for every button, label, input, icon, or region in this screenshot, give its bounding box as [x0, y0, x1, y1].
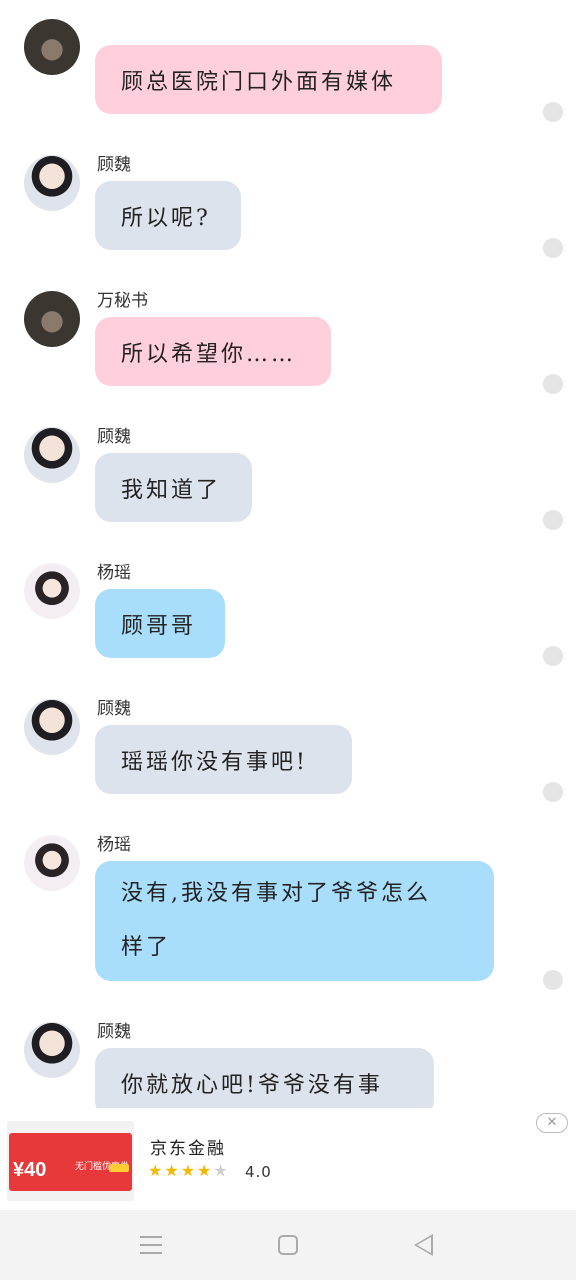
avatar[interactable] — [24, 19, 80, 75]
sender-name: 顾魏 — [97, 427, 131, 447]
read-status-dot — [543, 102, 563, 122]
avatar[interactable] — [24, 427, 80, 483]
avatar[interactable] — [24, 155, 80, 211]
ad-banner[interactable]: ¥40 无门槛优惠券 京东金融 ★★★★★ 4.0 ✕ — [0, 1108, 576, 1210]
chat-list[interactable]: 顾总医院门口外面有媒体 顾魏 所以呢? 万秘书 所以希望你…… 顾魏 我知道了 … — [0, 0, 576, 1108]
message-bubble[interactable]: 顾总医院门口外面有媒体 — [95, 45, 442, 114]
read-status-dot — [543, 782, 563, 802]
back-icon[interactable] — [414, 1234, 433, 1256]
star-icon: ★ — [180, 1161, 198, 1180]
sender-name: 杨瑶 — [97, 835, 131, 855]
ad-image[interactable]: ¥40 无门槛优惠券 — [7, 1121, 134, 1201]
sender-name: 杨瑶 — [97, 563, 131, 583]
message-bubble[interactable]: 瑶瑶你没有事吧! — [95, 725, 352, 794]
avatar[interactable] — [24, 563, 80, 619]
read-status-dot — [543, 238, 563, 258]
rating-stars: ★★★★★ — [148, 1161, 230, 1180]
sender-name: 顾魏 — [97, 155, 131, 175]
avatar[interactable] — [24, 699, 80, 755]
message-bubble[interactable]: 我知道了 — [95, 453, 252, 522]
close-icon[interactable]: ✕ — [536, 1113, 568, 1133]
read-status-dot — [543, 646, 563, 666]
ad-title[interactable]: 京东金融 — [150, 1134, 226, 1159]
system-nav-bar — [0, 1210, 576, 1280]
star-icon: ★ — [148, 1161, 165, 1180]
coupon-card: ¥40 无门槛优惠券 — [9, 1133, 132, 1191]
message-bubble[interactable]: 所以希望你…… — [95, 317, 331, 386]
avatar[interactable] — [24, 1022, 80, 1078]
message-bubble[interactable]: 你就放心吧!爷爷没有事 — [95, 1048, 434, 1108]
rating-value: 4.0 — [245, 1163, 272, 1181]
avatar[interactable] — [24, 835, 80, 891]
read-status-dot — [543, 374, 563, 394]
avatar[interactable] — [24, 291, 80, 347]
message-text-line: 样了 — [121, 935, 172, 960]
read-status-dot — [543, 970, 563, 990]
coupon-badge — [109, 1164, 129, 1172]
read-status-dot — [543, 510, 563, 530]
message-text-line: 没有,我没有事对了爷爷怎么 — [121, 881, 431, 906]
message-bubble[interactable]: 所以呢? — [95, 181, 241, 250]
sender-name: 万秘书 — [97, 291, 148, 311]
home-icon[interactable] — [278, 1235, 298, 1255]
sender-name: 顾魏 — [97, 1022, 131, 1042]
sender-name: 顾魏 — [97, 699, 131, 719]
coupon-price: ¥40 — [13, 1159, 47, 1181]
message-bubble[interactable]: 没有,我没有事对了爷爷怎么 样了 — [95, 861, 494, 981]
star-icon: ★ — [164, 1161, 181, 1180]
star-icon: ★ — [197, 1161, 214, 1180]
star-icon: ★ — [213, 1161, 230, 1180]
message-bubble[interactable]: 顾哥哥 — [95, 589, 225, 658]
menu-icon[interactable] — [140, 1236, 162, 1254]
